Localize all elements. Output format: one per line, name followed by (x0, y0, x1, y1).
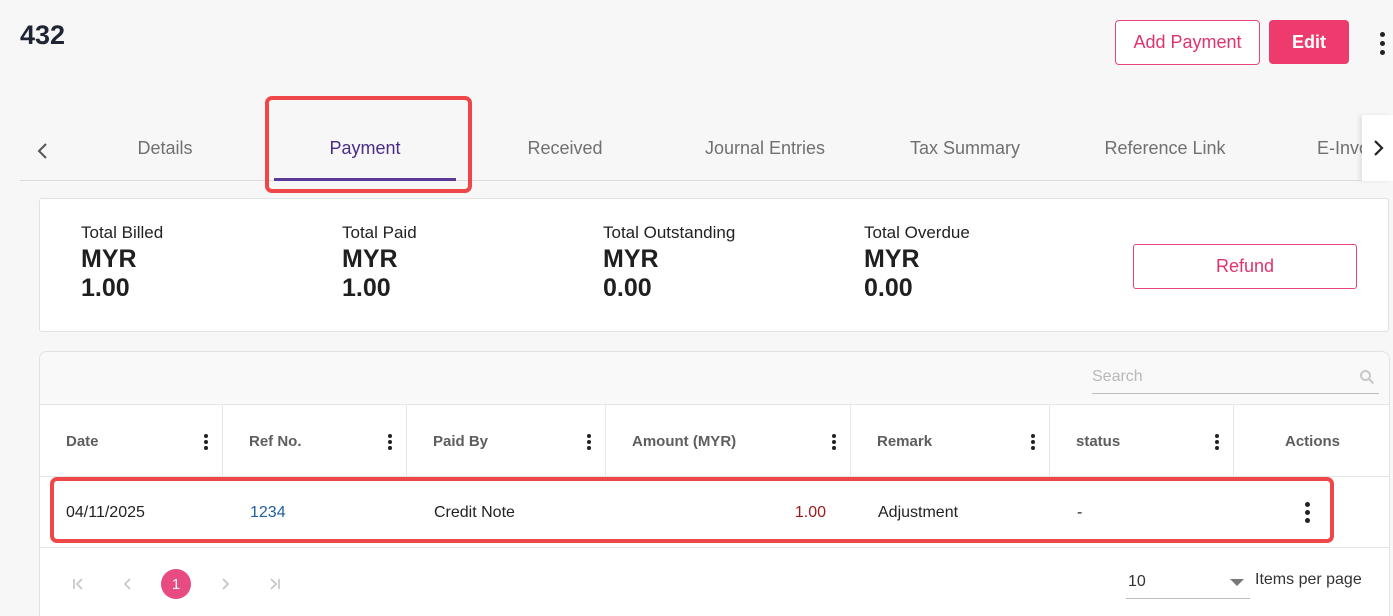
stat-label: Total Overdue (864, 223, 970, 242)
last-page-icon[interactable] (259, 569, 289, 599)
tab-details[interactable]: Details (70, 115, 260, 181)
dropdown-caret-icon (1230, 579, 1244, 586)
search-field (1092, 362, 1379, 394)
edit-button[interactable]: Edit (1269, 20, 1349, 64)
payment-summary-card: Total Billed MYR 1.00 Total Paid MYR 1.0… (39, 198, 1389, 332)
column-header-date[interactable]: Date (40, 405, 223, 477)
stat-value: 0.00 (864, 274, 913, 302)
next-page-icon[interactable] (210, 569, 240, 599)
payments-table-card: Date Ref No. Paid By Amount (MYR) Remark… (39, 351, 1390, 616)
stat-label: Total Billed (81, 223, 164, 242)
chevron-right-icon[interactable] (1362, 115, 1393, 181)
column-label: Date (66, 432, 99, 450)
search-icon[interactable] (1359, 369, 1375, 385)
column-header-status[interactable]: status (1050, 405, 1234, 477)
column-header-actions: Actions (1234, 405, 1389, 477)
invoice-page: 432 Add Payment Edit Details Payment Rec… (0, 0, 1393, 616)
table-toolbar (40, 352, 1389, 405)
column-menu-icon[interactable] (587, 434, 591, 450)
tab-reference-link[interactable]: Reference Link (1070, 115, 1260, 181)
add-payment-button[interactable]: Add Payment (1115, 20, 1260, 65)
stat-currency: MYR (342, 245, 398, 273)
column-header-paid-by[interactable]: Paid By (407, 405, 606, 477)
tab-journal-entries[interactable]: Journal Entries (670, 115, 860, 181)
stat-total-billed: Total Billed MYR 1.00 (81, 223, 163, 303)
cell-amount: 1.00 (794, 504, 826, 521)
tab-payment[interactable]: Payment (270, 115, 460, 181)
column-menu-icon[interactable] (204, 434, 208, 450)
vertical-ellipsis-icon[interactable] (1372, 28, 1392, 58)
tab-received[interactable]: Received (470, 115, 660, 181)
stat-currency: MYR (81, 245, 137, 273)
column-menu-icon[interactable] (1031, 434, 1035, 450)
column-label: Paid By (433, 432, 489, 450)
cell-date: 04/11/2025 (66, 504, 145, 521)
table-header: Date Ref No. Paid By Amount (MYR) Remark… (40, 405, 1389, 477)
column-label: Remark (877, 432, 933, 450)
column-menu-icon[interactable] (1215, 434, 1219, 450)
stat-total-paid: Total Paid MYR 1.00 (342, 223, 417, 303)
column-header-amount[interactable]: Amount (MYR) (606, 405, 851, 477)
column-label: Ref No. (249, 432, 302, 450)
stat-label: Total Outstanding (603, 223, 736, 242)
cell-remark: Adjustment (878, 504, 959, 521)
stat-total-overdue: Total Overdue MYR 0.00 (864, 223, 970, 303)
tab-bar: Details Payment Received Journal Entries… (20, 115, 1393, 181)
tab-clip: E-Invoice (1300, 115, 1362, 181)
pagination: 1 10 Items per page (40, 549, 1389, 616)
stat-currency: MYR (864, 245, 920, 273)
column-header-remark[interactable]: Remark (851, 405, 1050, 477)
refund-button[interactable]: Refund (1133, 244, 1357, 289)
column-menu-icon[interactable] (388, 434, 392, 450)
stat-total-outstanding: Total Outstanding MYR 0.00 (603, 223, 735, 303)
cell-paid-by: Credit Note (434, 504, 515, 521)
chevron-left-icon[interactable] (32, 137, 52, 165)
stat-currency: MYR (603, 245, 659, 273)
column-menu-icon[interactable] (832, 434, 836, 450)
document-title: 432 (20, 20, 66, 50)
cell-status: - (1077, 504, 1083, 521)
tab-tax-summary[interactable]: Tax Summary (870, 115, 1060, 181)
search-input[interactable] (1092, 362, 1352, 392)
stat-value: 1.00 (342, 274, 391, 302)
tab-e-invoice[interactable]: E-Invoice (1300, 115, 1362, 181)
cell-ref-no-link[interactable]: 1234 (250, 478, 286, 548)
column-header-ref-no[interactable]: Ref No. (223, 405, 407, 477)
column-label: Amount (MYR) (632, 432, 737, 450)
prev-page-icon[interactable] (113, 569, 143, 599)
column-label: Actions (1284, 432, 1340, 450)
page-number-current[interactable]: 1 (161, 569, 191, 599)
column-label: status (1076, 432, 1121, 450)
items-per-page-label: Items per page (1255, 571, 1362, 588)
row-actions-icon[interactable] (1305, 502, 1310, 523)
stat-label: Total Paid (342, 223, 417, 242)
table-row[interactable]: 04/11/2025 1234 Credit Note 1.00 Adjustm… (40, 478, 1389, 548)
first-page-icon[interactable] (64, 569, 94, 599)
items-per-page-select[interactable]: 10 (1126, 565, 1250, 599)
stat-value: 1.00 (81, 274, 130, 302)
stat-value: 0.00 (603, 274, 652, 302)
items-per-page-value: 10 (1128, 572, 1146, 590)
